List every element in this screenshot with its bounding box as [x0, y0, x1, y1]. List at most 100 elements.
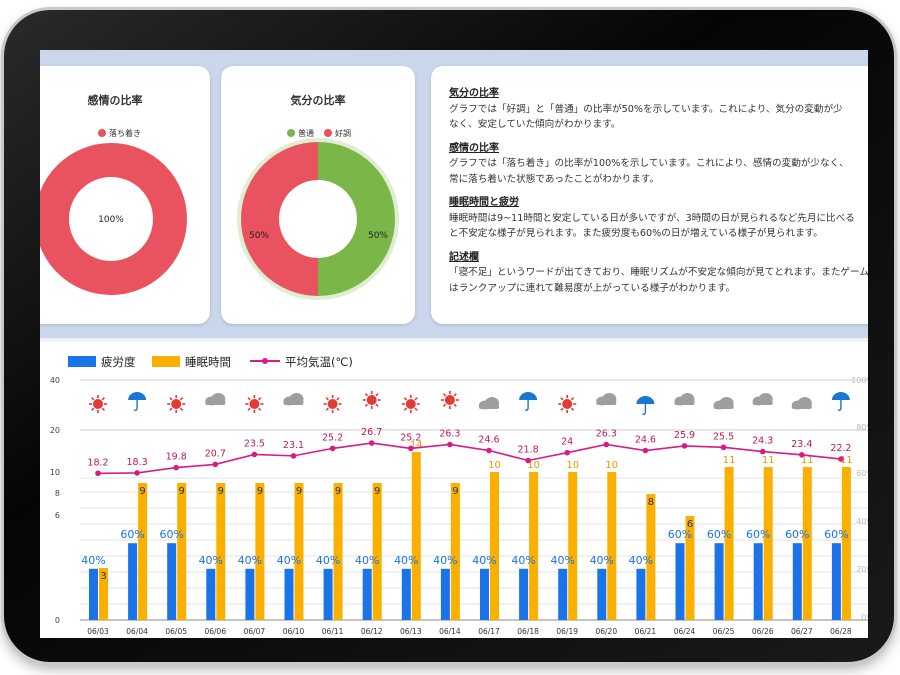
- temperature-value-label: 24: [561, 437, 573, 448]
- temperature-value-label: 26.3: [439, 428, 460, 439]
- cloud-part: [479, 404, 499, 409]
- text-line: 常に落ち着いた状態であったことがわかります。: [449, 173, 660, 185]
- sun-core: [405, 399, 416, 409]
- temperature-value-label: 23.5: [244, 438, 265, 449]
- temperature-point: [720, 444, 727, 451]
- sun-ray: [336, 397, 340, 401]
- fatigue-bar: [480, 568, 489, 620]
- section-body-sleep: 睡眠時間は9~11時間と安定している日が多いですが、3時間の日が見られるなど先月…: [449, 211, 868, 242]
- temperature-value-label: 24.6: [478, 435, 499, 446]
- sleep-bar: [294, 483, 304, 620]
- x-tick-label: 06/26: [752, 627, 774, 636]
- x-tick-label: 06/18: [517, 627, 539, 636]
- temperature-point: [408, 445, 414, 452]
- x-tick-label: 06/28: [830, 627, 852, 636]
- sun-ray: [325, 407, 329, 411]
- text-line: と不安定な様子が見られます。また疲労度も60%の日が増えている様子が見られます。: [449, 228, 823, 239]
- temperature-point: [525, 457, 531, 464]
- cloud-part: [791, 404, 812, 409]
- temperature-value-label: 19.8: [166, 452, 187, 463]
- cloud-part: [283, 400, 304, 405]
- text-line: グラフでは「好調」と「普通」の比率が50%を示しています。これにより、気分の変動…: [449, 103, 843, 115]
- x-tick-label: 06/04: [126, 627, 148, 636]
- temperature-value-label: 25.9: [674, 430, 695, 441]
- y-tick-label: 8: [55, 489, 60, 498]
- temperature-value-label: 23.4: [791, 439, 812, 450]
- sleep-bar: [724, 467, 734, 620]
- sun-core: [171, 399, 182, 409]
- sleep-value-label: 9: [179, 486, 185, 497]
- sun-icon: [440, 391, 459, 409]
- sleep-bar: [763, 467, 773, 620]
- sun-ray: [364, 403, 369, 407]
- fatigue-value-label: 60%: [707, 528, 731, 541]
- sun-ray: [364, 393, 369, 397]
- umbrella-handle: [837, 400, 842, 411]
- fatigue-bar: [753, 543, 763, 620]
- cloud-icon: [283, 393, 304, 406]
- sleep-value-label: 6: [687, 519, 693, 530]
- sleep-bar: [177, 483, 187, 620]
- umbrella-handle: [642, 404, 647, 415]
- x-tick-label: 06/12: [361, 627, 383, 636]
- umbrella-canopy: [636, 396, 655, 404]
- fatigue-value-label: 40%: [355, 554, 379, 567]
- fatigue-bar: [284, 568, 294, 620]
- umbrella-canopy: [519, 392, 538, 400]
- section-heading-mood: 気分の比率: [449, 88, 499, 99]
- fatigue-bar: [792, 543, 802, 620]
- temperature-point: [368, 440, 375, 446]
- y-tick-label: 40: [50, 376, 60, 385]
- x-tick-label: 06/05: [165, 627, 187, 636]
- fatigue-value-label: 40%: [199, 554, 223, 567]
- sun-core: [444, 395, 455, 405]
- sun-ray: [169, 407, 173, 411]
- temperature-value-label: 24.6: [635, 435, 656, 446]
- x-tick-label: 06/24: [674, 627, 696, 636]
- cloud-icon: [791, 397, 812, 410]
- fatigue-value-label: 40%: [316, 554, 340, 567]
- fatigue-value-label: 40%: [238, 554, 262, 567]
- sleep-value-label: 11: [723, 455, 736, 466]
- cloud-part: [752, 400, 773, 405]
- mood-slice-normal-label: 50%: [368, 231, 388, 241]
- cloud-part: [205, 400, 226, 405]
- sun-core: [93, 399, 103, 409]
- section-heading-emotion: 感情の比率: [449, 142, 499, 154]
- cloud-icon: [479, 397, 499, 410]
- fatigue-bar: [636, 568, 646, 620]
- sleep-bar: [255, 483, 265, 620]
- temperature-value-label: 18.3: [127, 457, 148, 468]
- temperature-point: [173, 464, 179, 471]
- temperature-value-label: 23.1: [283, 440, 304, 451]
- fatigue-value-label: 40%: [550, 554, 574, 567]
- fatigue-bar: [519, 568, 529, 620]
- temperature-point: [95, 470, 101, 477]
- fatigue-value-label: 40%: [81, 554, 105, 567]
- temperature-point: [329, 445, 336, 452]
- temperature-value-label: 26.3: [596, 428, 617, 439]
- sleep-value-label: 9: [218, 486, 224, 497]
- y2-tick-label: 20%: [856, 565, 868, 574]
- y2-tick-label: 100%: [851, 376, 868, 385]
- x-tick-label: 06/17: [478, 627, 500, 636]
- temperature-point: [799, 452, 805, 458]
- fatigue-value-label: 40%: [590, 554, 614, 567]
- y2-tick-label: 40%: [856, 517, 868, 526]
- fatigue-bar: [167, 543, 177, 620]
- section-body-mood: グラフでは「好調」と「普通」の比率が50%を示しています。これにより、気分の変動…: [449, 102, 868, 133]
- temperature-value-label: 24.3: [752, 436, 773, 447]
- sun-ray: [403, 397, 408, 401]
- sun-ray: [325, 397, 329, 401]
- mood-slice-normal: [318, 142, 395, 296]
- umbrella-canopy: [128, 392, 147, 400]
- cloud-icon: [596, 393, 617, 406]
- sun-icon: [362, 391, 381, 409]
- temperature-value-label: 25.5: [713, 431, 734, 442]
- umbrella-icon: [636, 396, 655, 415]
- sleep-value-label: 9: [296, 486, 302, 497]
- fatigue-value-label: 40%: [277, 554, 301, 567]
- fatigue-value-label: 60%: [668, 528, 692, 541]
- text-line: グラフでは「落ち着き」の比率が100%を示しています。これにより、感情の変動が少…: [449, 158, 849, 169]
- sun-ray: [179, 407, 184, 411]
